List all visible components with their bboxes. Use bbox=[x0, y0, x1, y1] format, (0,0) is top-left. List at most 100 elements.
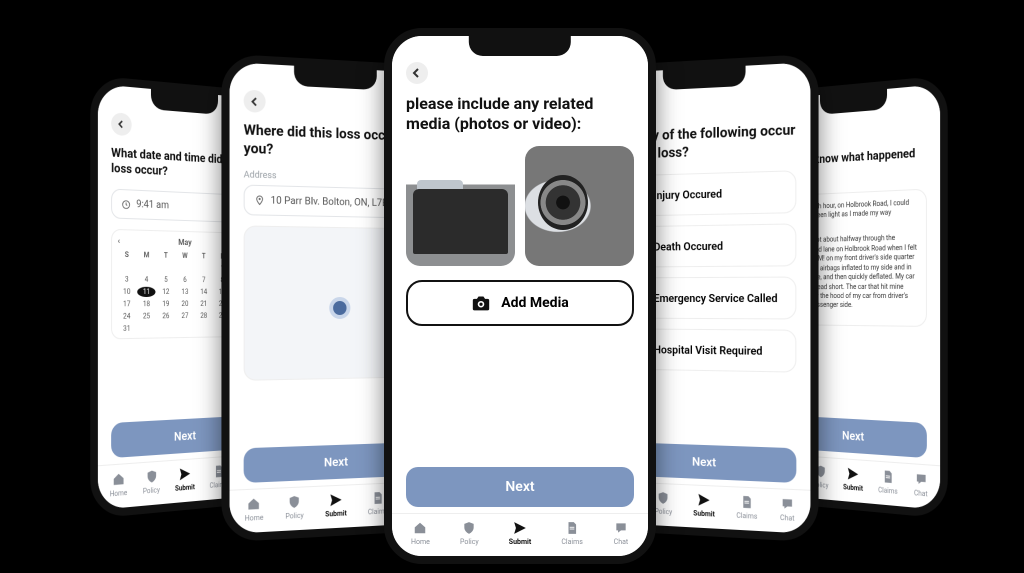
tab-claims[interactable]: Claims bbox=[878, 468, 898, 496]
cal-day[interactable]: 10 bbox=[118, 287, 136, 297]
tab-home[interactable]: Home bbox=[411, 520, 430, 546]
media-thumbnail[interactable] bbox=[525, 146, 634, 266]
back-button[interactable] bbox=[111, 112, 132, 136]
cal-dow: T bbox=[157, 250, 174, 260]
cal-day[interactable]: 25 bbox=[138, 311, 156, 321]
tab-label: Submit bbox=[843, 483, 863, 493]
tab-submit[interactable]: Submit bbox=[843, 465, 863, 493]
cal-day[interactable]: 14 bbox=[195, 287, 212, 297]
tab-label: Policy bbox=[460, 538, 479, 546]
cal-day[interactable]: 19 bbox=[157, 299, 174, 309]
clock-icon bbox=[121, 199, 130, 210]
option-label: Emergency Service Called bbox=[654, 291, 778, 304]
cal-day[interactable]: 28 bbox=[195, 311, 212, 321]
cal-dow: M bbox=[138, 250, 156, 260]
cal-day[interactable]: 31 bbox=[118, 324, 136, 335]
cal-day[interactable]: 6 bbox=[176, 275, 193, 285]
tabbar: Home Policy Submit Claims Chat bbox=[392, 513, 648, 556]
cal-month: May bbox=[178, 238, 191, 247]
tab-submit[interactable]: Submit bbox=[693, 492, 715, 519]
home-icon bbox=[412, 520, 428, 536]
tab-label: Claims bbox=[878, 486, 898, 496]
tab-label: Claims bbox=[736, 512, 757, 521]
tab-submit[interactable]: Submit bbox=[509, 520, 531, 546]
cal-day[interactable]: 18 bbox=[138, 299, 156, 309]
tab-label: Chat bbox=[780, 514, 795, 523]
tab-chat[interactable]: Chat bbox=[613, 520, 629, 546]
tab-label: Policy bbox=[285, 512, 303, 521]
tab-label: Submit bbox=[693, 509, 715, 518]
cal-day[interactable]: 12 bbox=[157, 287, 174, 297]
add-media-button[interactable]: Add Media bbox=[406, 280, 634, 326]
back-button[interactable] bbox=[406, 62, 428, 84]
send-icon bbox=[846, 465, 860, 482]
option-label: Death Occured bbox=[654, 239, 723, 253]
shield-icon bbox=[461, 520, 477, 536]
tab-label: Chat bbox=[914, 489, 928, 498]
document-icon bbox=[739, 494, 755, 511]
cal-day[interactable]: 21 bbox=[195, 299, 212, 309]
time-value: 9:41 am bbox=[136, 199, 169, 211]
shield-icon bbox=[144, 468, 159, 485]
cal-dow: S bbox=[118, 250, 136, 261]
cal-day[interactable]: 7 bbox=[195, 275, 212, 285]
tab-label: Submit bbox=[509, 538, 531, 546]
tab-claims[interactable]: Claims bbox=[736, 493, 757, 520]
tab-policy[interactable]: Policy bbox=[285, 493, 303, 520]
tab-chat[interactable]: Chat bbox=[779, 495, 795, 522]
tab-chat[interactable]: Chat bbox=[913, 471, 928, 499]
tab-label: Submit bbox=[175, 483, 195, 493]
tab-label: Home bbox=[110, 489, 128, 499]
tab-label: Submit bbox=[325, 509, 347, 518]
option-label: Hospital Visit Required bbox=[654, 343, 763, 357]
send-icon bbox=[178, 465, 192, 482]
pin-icon bbox=[255, 194, 265, 206]
phone-media: please include any related media (photos… bbox=[384, 28, 656, 564]
home-icon bbox=[111, 470, 126, 488]
media-thumbnails bbox=[406, 146, 634, 266]
document-icon bbox=[564, 520, 580, 536]
shield-icon bbox=[287, 494, 303, 511]
cal-day[interactable]: 26 bbox=[157, 311, 174, 321]
tab-policy[interactable]: Policy bbox=[655, 490, 673, 517]
next-button[interactable]: Next bbox=[406, 467, 634, 507]
cal-day[interactable]: 24 bbox=[118, 311, 136, 321]
notch bbox=[469, 34, 571, 56]
tab-submit[interactable]: Submit bbox=[175, 465, 195, 493]
cal-day[interactable]: 4 bbox=[138, 275, 156, 285]
tab-label: Home bbox=[411, 538, 430, 546]
tab-policy[interactable]: Policy bbox=[143, 468, 160, 496]
cal-day[interactable]: 13 bbox=[176, 287, 193, 297]
page-title: please include any related media (photos… bbox=[406, 94, 634, 134]
chat-icon bbox=[779, 495, 795, 512]
notch bbox=[294, 64, 377, 90]
send-icon bbox=[696, 492, 711, 509]
tab-label: Policy bbox=[143, 486, 160, 496]
cal-day[interactable]: 5 bbox=[157, 275, 174, 285]
cal-day[interactable]: 3 bbox=[118, 274, 136, 284]
media-thumbnail[interactable] bbox=[406, 146, 515, 266]
option-label: Injury Occured bbox=[654, 187, 722, 202]
tab-home[interactable]: Home bbox=[110, 470, 128, 498]
map-pin-icon bbox=[329, 297, 350, 319]
shield-icon bbox=[656, 490, 671, 507]
send-icon bbox=[512, 520, 528, 536]
cal-day[interactable]: 27 bbox=[176, 311, 193, 321]
chat-icon bbox=[913, 471, 928, 489]
cal-dow: T bbox=[195, 251, 212, 261]
cal-day[interactable]: 17 bbox=[118, 299, 136, 309]
cal-prev-icon[interactable]: ‹ bbox=[118, 236, 120, 245]
tab-policy[interactable]: Policy bbox=[460, 520, 479, 546]
add-media-label: Add Media bbox=[501, 295, 569, 311]
document-icon bbox=[881, 468, 896, 485]
back-button[interactable] bbox=[244, 89, 266, 112]
chat-icon bbox=[613, 520, 629, 536]
home-icon bbox=[246, 495, 262, 512]
tab-submit[interactable]: Submit bbox=[325, 492, 347, 519]
send-icon bbox=[328, 492, 343, 509]
cal-day[interactable]: 20 bbox=[176, 299, 193, 309]
tab-claims[interactable]: Claims bbox=[561, 520, 583, 546]
cal-day[interactable]: 11 bbox=[138, 287, 156, 297]
tab-home[interactable]: Home bbox=[245, 495, 264, 522]
tab-label: Policy bbox=[655, 507, 673, 516]
